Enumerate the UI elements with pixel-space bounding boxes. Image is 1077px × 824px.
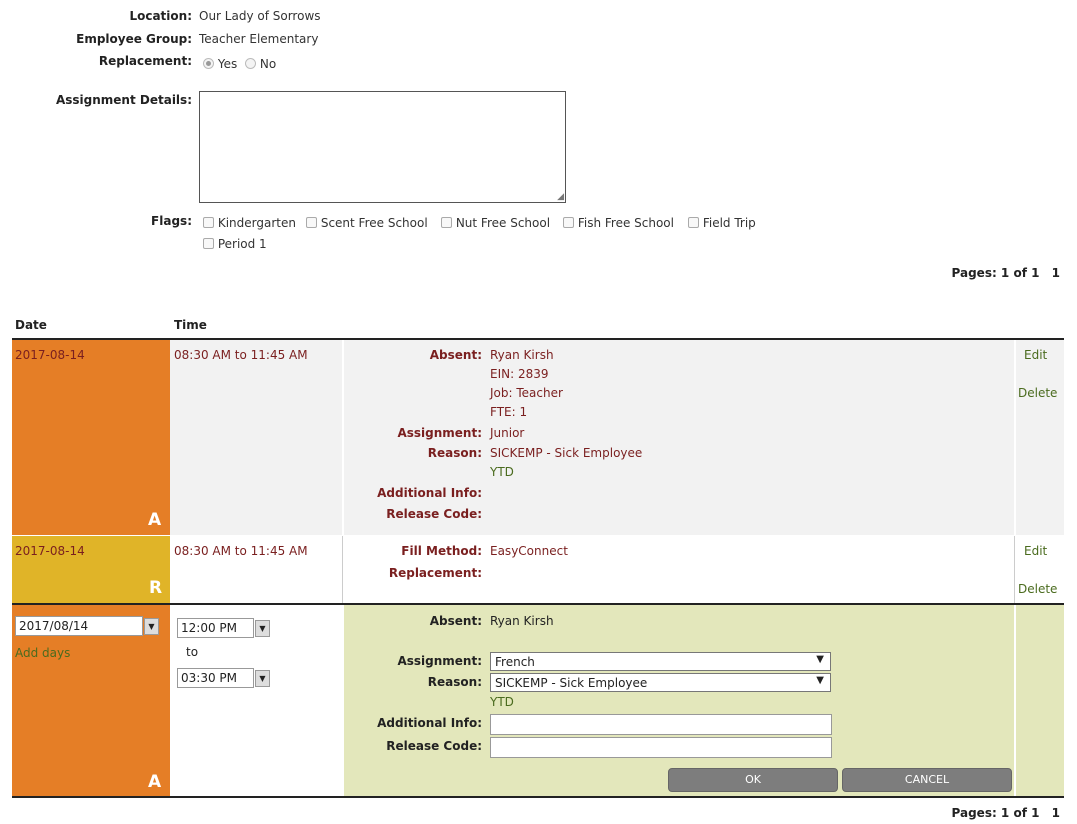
reason-selected-value: SICKEMP - Sick Employee (495, 676, 648, 690)
row1-fte: FTE: 1 (490, 405, 528, 419)
flag-scent-free[interactable]: Scent Free School (306, 216, 428, 230)
row1-additional-label: Additional Info: (377, 486, 482, 500)
replacement-yes-radio[interactable] (203, 58, 214, 69)
pager-top: Pages: 1 of 1 1 (900, 266, 1060, 280)
row1-job: Job: Teacher (490, 386, 563, 400)
flag-kindergarten[interactable]: Kindergarten (203, 216, 296, 230)
row3-absent-label: Absent: (429, 614, 482, 628)
row1-type-letter: A (148, 510, 162, 530)
row1-reason: SICKEMP - Sick Employee (490, 446, 643, 460)
row1-time: 08:30 AM to 11:45 AM (174, 348, 308, 362)
flag-label: Fish Free School (577, 216, 674, 230)
pager-text: Pages: 1 of 1 (951, 266, 1040, 280)
pager-text: Pages: 1 of 1 (951, 806, 1040, 820)
flag-label: Scent Free School (320, 216, 428, 230)
row2-time: 08:30 AM to 11:45 AM (174, 544, 308, 558)
row1-edit-link[interactable]: Edit (1024, 348, 1047, 362)
location-label: Location: (129, 9, 192, 23)
row3-type-letter: A (148, 772, 162, 792)
additional-info-input[interactable] (490, 714, 832, 735)
date-picker-button[interactable]: ▼ (144, 618, 159, 635)
flags-label: Flags: (151, 214, 192, 228)
cancel-button[interactable]: CANCEL (842, 768, 1012, 792)
flag-checkbox[interactable] (563, 217, 574, 228)
row1-action-divider (1014, 340, 1016, 535)
start-time-button[interactable]: ▼ (255, 620, 270, 637)
flag-label: Field Trip (702, 216, 756, 230)
reason-select[interactable]: SICKEMP - Sick Employee ▼ (490, 673, 831, 692)
row2-edit-link[interactable]: Edit (1024, 544, 1047, 558)
row1-time-cell (170, 340, 342, 535)
row2-fill-value: EasyConnect (490, 544, 568, 558)
employee-group-value: Teacher Elementary (199, 32, 319, 46)
row2-action-divider (1014, 536, 1015, 603)
flag-nut-free[interactable]: Nut Free School (441, 216, 550, 230)
replacement-yes-label: Yes (217, 57, 238, 71)
row3-release-label: Release Code: (386, 739, 482, 753)
assignment-details-textarea[interactable]: ◢ (199, 91, 566, 203)
row3-divider (342, 605, 344, 796)
end-time-input[interactable]: 03:30 PM (177, 668, 254, 688)
date-picker-input[interactable]: 2017/08/14 (15, 616, 143, 636)
release-code-input[interactable] (490, 737, 832, 758)
replacement-label: Replacement: (98, 54, 192, 68)
column-header-date: Date (15, 318, 47, 332)
row3-additional-label: Additional Info: (377, 716, 482, 730)
row2-delete-link[interactable]: Delete (1018, 582, 1057, 596)
row3-ytd: YTD (490, 695, 514, 709)
flag-checkbox[interactable] (441, 217, 452, 228)
add-days-link[interactable]: Add days (15, 646, 70, 660)
row1-assignment: Junior (490, 426, 525, 440)
replacement-options: Yes No (203, 57, 276, 71)
flag-field-trip[interactable]: Field Trip (688, 216, 756, 230)
row1-assignment-label: Assignment: (397, 426, 482, 440)
replacement-no-label: No (259, 57, 277, 71)
row3-bottom-border (12, 796, 1064, 798)
pager-bottom: Pages: 1 of 1 1 (900, 806, 1060, 820)
row1-release-label: Release Code: (386, 507, 482, 521)
pager-page-link[interactable]: 1 (1052, 806, 1060, 820)
row1-reason-label: Reason: (427, 446, 482, 460)
chevron-down-icon: ▼ (816, 675, 824, 686)
flag-label: Nut Free School (455, 216, 551, 230)
replacement-no-radio[interactable] (245, 58, 257, 69)
row3-assignment-label: Assignment: (397, 654, 482, 668)
assignment-selected-value: French (495, 655, 535, 669)
start-time-input[interactable]: 12:00 PM (177, 618, 254, 638)
location-value: Our Lady of Sorrows (199, 9, 321, 23)
row1-absent-label: Absent: (429, 348, 482, 362)
row1-absent-name: Ryan Kirsh (490, 348, 554, 362)
column-header-time: Time (174, 318, 207, 332)
date-cell-orange (12, 340, 170, 535)
chevron-down-icon: ▼ (816, 654, 824, 665)
flag-checkbox[interactable] (688, 217, 699, 228)
employee-group-label: Employee Group: (76, 32, 192, 46)
row3-absent-name: Ryan Kirsh (490, 614, 554, 628)
row2-date: 2017-08-14 (15, 544, 85, 558)
row1-ytd: YTD (490, 465, 514, 479)
row1-date: 2017-08-14 (15, 348, 85, 362)
assignment-select[interactable]: French ▼ (490, 652, 831, 671)
row3-reason-label: Reason: (427, 675, 482, 689)
flag-period-1[interactable]: Period 1 (203, 237, 267, 251)
time-to-label: to (186, 645, 199, 659)
row2-replacement-label: Replacement: (388, 566, 482, 580)
row2-fill-label: Fill Method: (401, 544, 482, 558)
flag-checkbox[interactable] (203, 238, 214, 249)
row1-delete-link[interactable]: Delete (1018, 386, 1057, 400)
pager-page-link[interactable]: 1 (1052, 266, 1060, 280)
row2-type-letter: R (149, 578, 163, 598)
ok-button[interactable]: OK (668, 768, 838, 792)
assignment-details-label: Assignment Details: (55, 93, 192, 107)
flag-checkbox[interactable] (306, 217, 317, 228)
flag-label: Kindergarten (217, 216, 296, 230)
row3-action-divider (1014, 605, 1016, 796)
end-time-button[interactable]: ▼ (255, 670, 270, 687)
row1-ein: EIN: 2839 (490, 367, 549, 381)
flag-label: Period 1 (217, 237, 267, 251)
flag-fish-free[interactable]: Fish Free School (563, 216, 674, 230)
flag-checkbox[interactable] (203, 217, 214, 228)
resize-handle-icon[interactable]: ◢ (557, 192, 564, 202)
